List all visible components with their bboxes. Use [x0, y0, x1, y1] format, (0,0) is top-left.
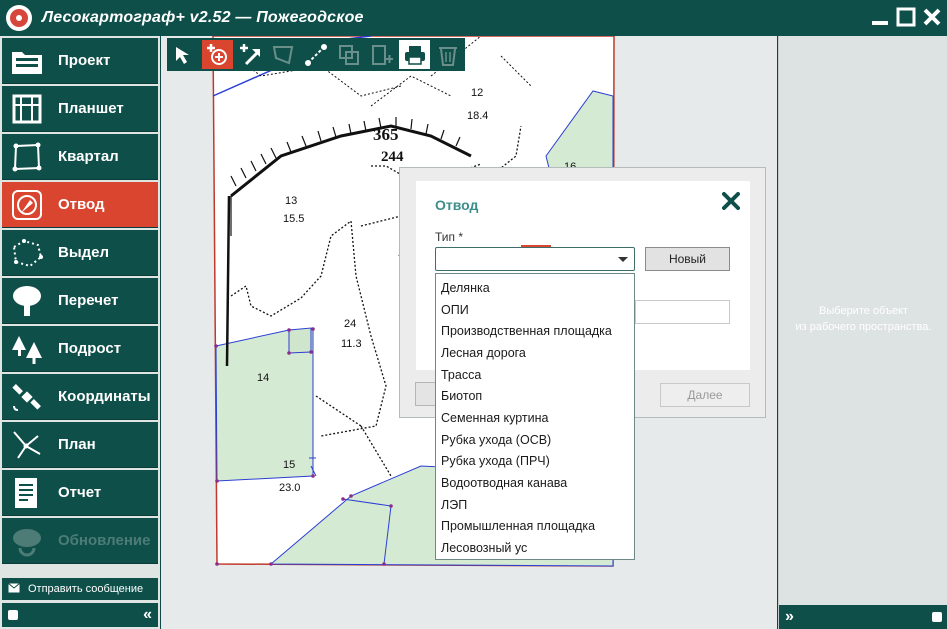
dropdown-option[interactable]: ЛЭП	[436, 494, 634, 516]
stand-24-area: 11.3	[341, 338, 362, 350]
dropdown-option[interactable]: Водоотводная канава	[436, 472, 634, 494]
properties-panel: Выберите объект из рабочего пространства…	[778, 36, 947, 629]
stand-12-area: 18.4	[467, 110, 488, 122]
sidebar-item-report[interactable]: Отчет	[2, 470, 158, 516]
minimize-icon[interactable]	[869, 6, 891, 28]
block-number-bottom: 244	[381, 149, 404, 165]
sidebar-item-count[interactable]: Перечет	[2, 278, 158, 324]
compass-icon	[8, 186, 46, 224]
stand-14-label: 14	[257, 372, 269, 384]
plan-lines-icon	[8, 426, 46, 464]
sidebar-item-label: Перечет	[58, 292, 119, 309]
maximize-icon[interactable]	[895, 6, 917, 28]
sidebar-item-label: Выдел	[58, 244, 110, 261]
dropdown-option[interactable]: Производственная площадка	[436, 320, 634, 342]
sidebar-item-allotment[interactable]: Отвод	[2, 182, 158, 228]
square-icon[interactable]	[932, 612, 942, 622]
delete-icon[interactable]	[432, 40, 464, 69]
line-tool-icon[interactable]	[300, 40, 332, 69]
sidebar-item-label: Проект	[58, 52, 111, 69]
dotted-area-icon	[8, 234, 46, 272]
secondary-field[interactable]	[635, 300, 730, 324]
square-icon[interactable]	[8, 610, 18, 620]
sidebar-item-coordinates[interactable]: Координаты	[2, 374, 158, 420]
dropdown-option[interactable]: Промышленная площадка	[436, 516, 634, 538]
panel-footer: »	[779, 605, 947, 629]
stand-15-label: 15	[283, 459, 295, 471]
new-button[interactable]: Новый	[645, 247, 730, 271]
map-toolbar	[167, 38, 465, 71]
update-icon	[8, 522, 46, 560]
young-trees-icon	[8, 330, 46, 368]
envelope-icon	[8, 582, 20, 596]
dropdown-option[interactable]: Лесная дорога	[436, 342, 634, 364]
title-bar: Лесокартограф+ v2.52 — Пожегодское	[0, 0, 947, 36]
stand-12-label: 12	[471, 87, 483, 99]
send-message-button[interactable]: Отправить сообщение	[2, 578, 158, 600]
select-object-hint: Выберите объект из рабочего пространства…	[779, 303, 947, 335]
sidebar-item-label: Планшет	[58, 100, 124, 117]
tree-icon	[8, 282, 46, 320]
type-select[interactable]	[435, 245, 635, 271]
window-title: Лесокартограф+ v2.52 — Пожегодское	[42, 9, 364, 26]
sidebar-footer: «	[2, 603, 158, 627]
satellite-icon	[8, 378, 46, 416]
dropdown-option[interactable]: Рубка ухода (ПРЧ)	[436, 451, 634, 473]
app-logo-icon	[6, 5, 32, 31]
dialog-title: Отвод	[435, 197, 479, 213]
sidebar-item-quarter[interactable]: Квартал	[2, 134, 158, 180]
sidebar-item-label: Отвод	[58, 196, 105, 213]
sidebar-item-update[interactable]: Обновление	[2, 518, 158, 564]
dropdown-option[interactable]: Рубка ухода (ОСВ)	[436, 429, 634, 451]
close-icon[interactable]	[921, 6, 943, 28]
dropdown-option[interactable]: Лесовозный ус	[436, 537, 634, 559]
collapse-left-icon[interactable]: «	[143, 606, 152, 624]
hint-line-2: из рабочего пространства.	[795, 321, 932, 333]
dropdown-option[interactable]: ОПИ	[436, 299, 634, 321]
stand-15-area: 23.0	[279, 482, 300, 494]
map-sheet-icon	[8, 90, 46, 128]
add-arrow-icon[interactable]	[234, 40, 266, 69]
split-tool-icon[interactable]	[366, 40, 398, 69]
send-message-label: Отправить сообщение	[28, 583, 144, 595]
type-dropdown-list: Делянка ОПИ Производственная площадка Ле…	[435, 273, 635, 560]
report-icon	[8, 474, 46, 512]
add-point-icon[interactable]	[201, 40, 233, 69]
polygon-tool-icon[interactable]	[267, 40, 299, 69]
dropdown-option[interactable]: Семенная куртина	[436, 407, 634, 429]
next-button[interactable]: Далее	[660, 383, 750, 407]
sidebar-item-label: План	[58, 436, 96, 453]
sidebar-item-label: Обновление	[58, 532, 151, 549]
stand-13-area: 15.5	[283, 213, 304, 225]
dropdown-option[interactable]: Трасса	[436, 364, 634, 386]
sidebar-item-tablet[interactable]: Планшет	[2, 86, 158, 132]
dropdown-option[interactable]: Биотоп	[436, 385, 634, 407]
sidebar-item-plan[interactable]: План	[2, 422, 158, 468]
sidebar-item-label: Квартал	[58, 148, 119, 165]
copy-tool-icon[interactable]	[333, 40, 365, 69]
dropdown-option[interactable]: Делянка	[436, 277, 634, 299]
sidebar-item-undergrowth[interactable]: Подрост	[2, 326, 158, 372]
sidebar-item-project[interactable]: Проект	[2, 38, 158, 84]
sidebar-item-label: Координаты	[58, 388, 151, 405]
required-marker	[521, 245, 551, 247]
sidebar: Проект Планшет Квартал Отвод Выдел Переч…	[0, 36, 160, 629]
expand-right-icon[interactable]: »	[785, 608, 794, 626]
sidebar-item-stand[interactable]: Выдел	[2, 230, 158, 276]
type-label: Тип *	[435, 230, 464, 244]
sidebar-item-label: Подрост	[58, 340, 122, 357]
folder-icon	[8, 42, 46, 80]
sidebar-item-label: Отчет	[58, 484, 102, 501]
print-icon[interactable]	[399, 40, 431, 69]
stand-24-label: 24	[344, 318, 356, 330]
close-icon[interactable]	[722, 192, 740, 210]
hint-line-1: Выберите объект	[819, 305, 908, 317]
stand-13-label: 13	[285, 195, 297, 207]
select-arrow-icon[interactable]	[169, 40, 200, 69]
block-number-top: 365	[373, 125, 399, 144]
quarter-polygon-icon	[8, 138, 46, 176]
chevron-down-icon	[618, 257, 628, 262]
